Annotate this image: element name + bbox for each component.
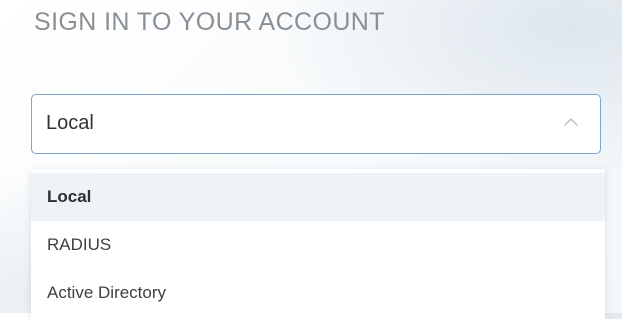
chevron-up-icon[interactable]	[562, 113, 580, 131]
option-active-directory[interactable]: Active Directory	[31, 269, 605, 317]
auth-source-select[interactable]: Local	[31, 94, 601, 154]
option-local[interactable]: Local	[31, 173, 605, 221]
page-title: SIGN IN TO YOUR ACCOUNT	[34, 8, 385, 36]
option-radius[interactable]: RADIUS	[31, 221, 605, 269]
auth-source-options-list: Local RADIUS Active Directory	[31, 169, 605, 319]
auth-source-selected-value: Local	[46, 112, 94, 134]
